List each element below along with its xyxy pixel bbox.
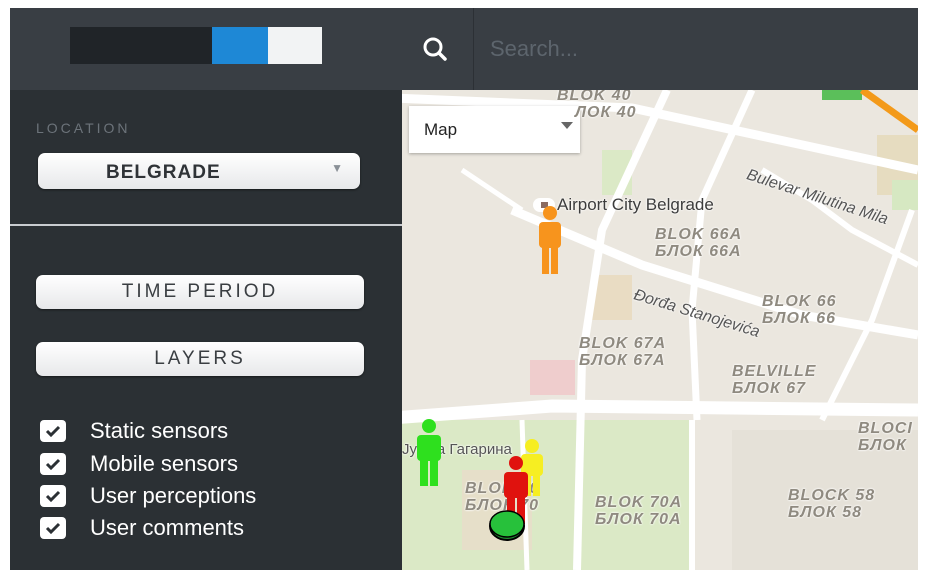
mobile-sensor-marker[interactable] (486, 508, 528, 544)
search-icon (423, 37, 447, 61)
map-type-value: Map (424, 120, 458, 139)
map-label-right-edge: BLOCI БЛОК (858, 420, 913, 454)
time-period-button[interactable]: TIME PERIOD (36, 275, 364, 309)
chevron-down-icon: ▼ (331, 161, 344, 175)
logo-segment-dark (70, 27, 212, 64)
checkbox-checked[interactable] (40, 420, 66, 442)
mobile-sensors-checkbox[interactable]: Mobile sensors (40, 451, 238, 477)
checkbox-label: Static sensors (90, 418, 229, 443)
map-type-select[interactable]: Map (409, 106, 580, 153)
top-bar (10, 8, 918, 90)
checkbox-checked[interactable] (40, 453, 66, 475)
map-view[interactable]: Map Airport City Belgrade Bulevar Miluti… (402, 90, 918, 570)
map-label-block58: BLOCK 58 БЛОК 58 (788, 487, 876, 521)
map-label-blok67a: BLOK 67A БЛОК 67А (579, 335, 667, 369)
checkbox-checked[interactable] (40, 517, 66, 539)
map-label-blok40: BLOK 40 ЛОК 40 (557, 90, 637, 121)
user-perceptions-checkbox[interactable]: User perceptions (40, 483, 256, 509)
checkbox-label: User perceptions (90, 483, 257, 508)
sidebar-divider (10, 224, 402, 226)
app-logo[interactable] (70, 27, 322, 64)
location-select-value: BELGRADE (106, 162, 221, 183)
user-perception-marker-green[interactable] (411, 417, 447, 487)
map-label-blok70a: BLOK 70A БЛОК 70А (595, 494, 683, 528)
caret-down-icon (561, 122, 573, 129)
header-divider (473, 8, 474, 90)
location-section-label: LOCATION (36, 120, 131, 136)
logo-segment-blue (212, 27, 268, 64)
static-sensors-checkbox[interactable]: Static sensors (40, 418, 228, 444)
app-window: LOCATION BELGRADE ▼ TIME PERIOD LAYERS S… (10, 8, 918, 570)
search-button[interactable] (408, 22, 462, 76)
logo-segment-white (268, 27, 322, 64)
poi-label: Airport City Belgrade (557, 195, 714, 214)
user-comments-checkbox[interactable]: User comments (40, 515, 244, 541)
check-icon (45, 490, 61, 502)
checkbox-label: Mobile sensors (90, 451, 238, 476)
search-input[interactable] (488, 26, 892, 72)
map-label-blok66: BLOK 66 БЛОК 66 (762, 293, 837, 327)
layers-button[interactable]: LAYERS (36, 342, 364, 376)
user-perception-marker-orange[interactable] (532, 204, 568, 276)
map-label-blok66a: BLOK 66A БЛОК 66А (655, 226, 743, 260)
check-icon (45, 458, 61, 470)
checkbox-checked[interactable] (40, 485, 66, 507)
location-select[interactable]: BELGRADE ▼ (38, 153, 360, 189)
check-icon (45, 425, 61, 437)
map-label-belville: BELVILLE БЛОК 67 (732, 363, 817, 397)
sidebar: LOCATION BELGRADE ▼ TIME PERIOD LAYERS S… (10, 90, 402, 570)
check-icon (45, 522, 61, 534)
checkbox-label: User comments (90, 515, 245, 540)
